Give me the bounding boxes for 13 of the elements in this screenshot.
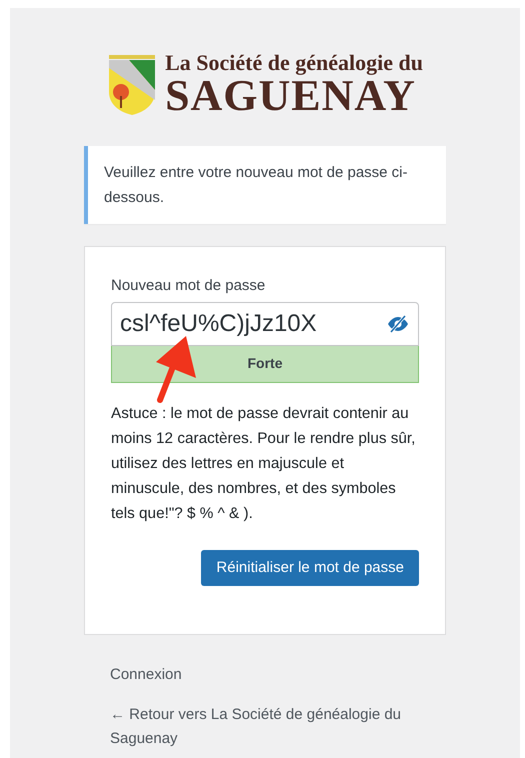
logo-title: SAGUENAY (165, 74, 417, 118)
login-link[interactable]: Connexion (110, 663, 182, 687)
eye-icon[interactable] (387, 314, 409, 332)
annotation-arrow (156, 336, 196, 403)
logo-text: La Société de généalogie du (165, 52, 423, 74)
strength-meter: Forte (111, 346, 419, 382)
back-link[interactable]: ← Retour vers La Société de généalogie du Saguenay (110, 703, 446, 751)
hint-text: Astuce : le mot de passe devrait contenir au moins 12 caractères. Pour le rendre plus sûr, utilisez des lettres en majuscule et minuscule, des nombres, et des symboles tels que!"? $ % ^ & ). (111, 404, 416, 524)
field-label: Nouveau mot de passe (111, 276, 266, 296)
password-field[interactable]: csl^feU%C)jJz10X (111, 302, 419, 346)
message-box: Veuillez entre votre nouveau mot de passe ci-dessous. (84, 146, 446, 224)
logo-icon (107, 54, 158, 116)
reset-button[interactable]: Réinitialiser le mot de passe (201, 550, 419, 586)
